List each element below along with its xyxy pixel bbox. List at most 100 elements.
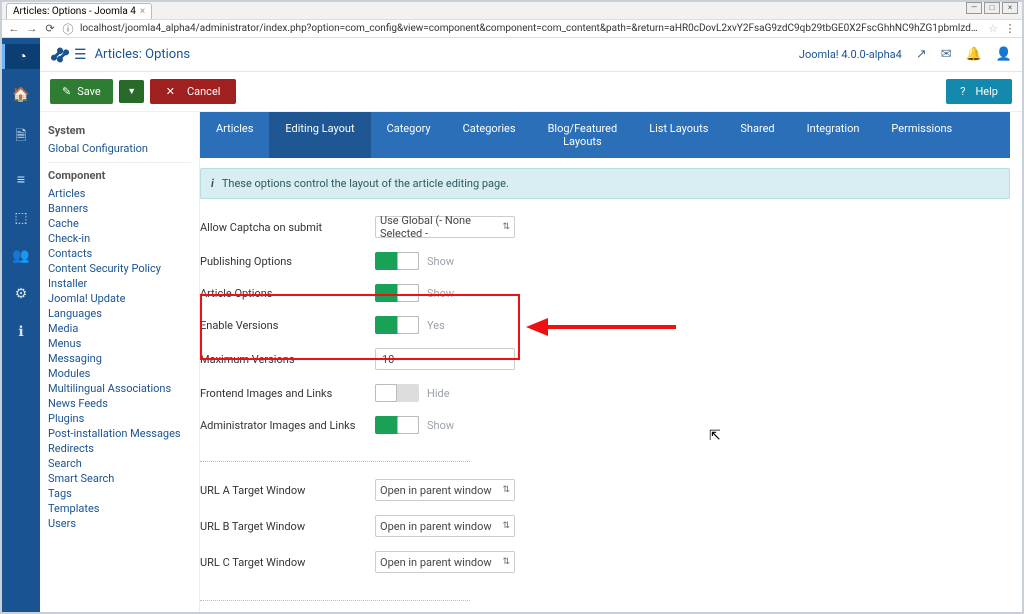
tab[interactable]: Categories [447, 112, 532, 158]
tab[interactable]: Blog/FeaturedLayouts [532, 112, 634, 158]
component-list: ArticlesBannersCacheCheck-inContactsCont… [48, 186, 191, 531]
bell-icon[interactable]: 🔔 [966, 47, 982, 62]
sidebar-item[interactable]: Media [48, 321, 191, 336]
sidebar-item[interactable]: Check-in [48, 231, 191, 246]
sidebar-item[interactable]: Modules [48, 366, 191, 381]
external-link-icon[interactable]: ↗ [916, 47, 927, 62]
url-c-label: URL C Target Window [200, 556, 375, 569]
maximize-button[interactable]: □ [984, 2, 1000, 14]
chevron-down-icon: ⇅ [502, 485, 510, 495]
sidebar-item[interactable]: Articles [48, 186, 191, 201]
url-b-label: URL B Target Window [200, 520, 375, 533]
sidebar-item[interactable]: Tags [48, 486, 191, 501]
info-message: i These options control the layout of th… [200, 168, 1010, 199]
publishing-state: Show [427, 255, 454, 268]
editing-layout-form: Allow Captcha on submit Use Global (- No… [200, 209, 1010, 612]
sidebar-item[interactable]: Banners [48, 201, 191, 216]
save-dropdown-button[interactable]: ▼ [119, 80, 144, 103]
joomla-logo-icon [50, 45, 70, 65]
browser-tab[interactable]: Articles: Options - Joomla 4 × [6, 3, 152, 19]
sidebar-item[interactable]: Plugins [48, 411, 191, 426]
sidebar-item[interactable]: Cache [48, 216, 191, 231]
nav-forward-icon[interactable]: → [26, 22, 38, 35]
question-icon: ? [960, 85, 965, 98]
rail-settings-icon[interactable]: ⚙ [2, 282, 40, 306]
bookmark-icon[interactable]: ☆ [988, 22, 998, 35]
help-button[interactable]: ? Help [946, 79, 1012, 104]
tab[interactable]: Editing Layout [269, 112, 370, 158]
row-url-a: URL A Target Window Open in parent windo… [200, 472, 1010, 508]
sidebar-item[interactable]: Redirects [48, 441, 191, 456]
enable-versions-label: Enable Versions [200, 319, 375, 332]
app-window: — □ × Articles: Options - Joomla 4 × ← →… [0, 0, 1024, 614]
row-url-b: URL B Target Window Open in parent windo… [200, 508, 1010, 544]
url-c-select[interactable]: Open in parent window ⇅ [375, 551, 515, 573]
publishing-toggle[interactable] [375, 252, 419, 270]
sidebar-item[interactable]: Multilingual Associations [48, 381, 191, 396]
sidebar-item[interactable]: Search [48, 456, 191, 471]
rail-menus-icon[interactable]: ≡ [2, 167, 40, 192]
captcha-select[interactable]: Use Global (- None Selected - ⇅ [375, 216, 515, 238]
sidebar-item[interactable]: Messaging [48, 351, 191, 366]
browser-tabbar: Articles: Options - Joomla 4 × [2, 2, 1022, 19]
enable-versions-toggle[interactable] [375, 316, 419, 334]
frontend-images-label: Frontend Images and Links [200, 387, 375, 400]
rail-info-icon[interactable]: ℹ [2, 320, 40, 344]
tab[interactable]: Permissions [875, 112, 968, 158]
close-icon: ✕ [166, 85, 175, 98]
rail-users-icon[interactable]: 👥 [2, 244, 40, 268]
user-icon[interactable]: 👤 [996, 47, 1012, 62]
publishing-label: Publishing Options [200, 255, 375, 268]
tab[interactable]: Category [371, 112, 447, 158]
admin-images-toggle[interactable] [375, 416, 419, 434]
article-options-label: Article Options [200, 287, 375, 300]
frontend-images-toggle[interactable] [375, 384, 419, 402]
save-button[interactable]: ✎ Save [50, 79, 113, 104]
sidebar-item[interactable]: News Feeds [48, 396, 191, 411]
nav-reload-icon[interactable]: ⟳ [44, 22, 56, 35]
tab[interactable]: Articles [200, 112, 269, 158]
menu-toggle-icon[interactable]: ☰ [74, 47, 87, 63]
mail-icon[interactable]: ✉ [941, 47, 952, 62]
sidebar-item[interactable]: Content Security Policy [48, 261, 191, 276]
sidebar-item[interactable]: Smart Search [48, 471, 191, 486]
chevron-down-icon: ⇅ [502, 557, 510, 567]
sidebar-item[interactable]: Contacts [48, 246, 191, 261]
article-options-state: Show [427, 287, 454, 300]
url-a-select[interactable]: Open in parent window ⇅ [375, 479, 515, 501]
url-text[interactable]: localhost/joomla4_alpha4/administrator/i… [80, 23, 982, 34]
frontend-images-state: Hide [427, 387, 450, 400]
sidebar-item[interactable]: Menus [48, 336, 191, 351]
sidebar-item[interactable]: Users [48, 516, 191, 531]
tab[interactable]: List Layouts [633, 112, 724, 158]
sidebar-global-config[interactable]: Global Configuration [48, 141, 191, 156]
minimize-button[interactable]: — [966, 2, 982, 14]
action-toolbar: ✎ Save ▼ ✕ Cancel ? Help [40, 72, 1022, 112]
site-info-icon[interactable]: ⓘ [62, 21, 74, 37]
info-icon: i [211, 177, 214, 190]
captcha-label: Allow Captcha on submit [200, 221, 375, 234]
chevron-down-icon: ⇅ [502, 521, 510, 531]
cancel-button[interactable]: ✕ Cancel [150, 79, 237, 104]
rail-dashboard-icon[interactable]: ◔ [2, 44, 40, 69]
sidebar-item[interactable]: Templates [48, 501, 191, 516]
url-b-select[interactable]: Open in parent window ⇅ [375, 515, 515, 537]
sidebar-item[interactable]: Joomla! Update [48, 291, 191, 306]
sidebar-item[interactable]: Installer [48, 276, 191, 291]
row-frontend-images: Frontend Images and Links Hide [200, 377, 1010, 409]
enable-versions-state: Yes [427, 319, 445, 332]
max-versions-input[interactable] [375, 348, 515, 370]
left-icon-rail: ◔ 🏠 🗎 ≡ ⬚ 👥 ⚙ ℹ [2, 38, 40, 612]
tab[interactable]: Shared [724, 112, 790, 158]
close-tab-icon[interactable]: × [140, 6, 145, 17]
rail-content-icon[interactable]: 🗎 [2, 121, 40, 153]
browser-menu-icon[interactable]: ⋮ [1004, 22, 1016, 35]
sidebar-item[interactable]: Post-installation Messages [48, 426, 191, 441]
close-window-button[interactable]: × [1002, 2, 1018, 14]
rail-home-icon[interactable]: 🏠 [2, 83, 40, 107]
article-options-toggle[interactable] [375, 284, 419, 302]
nav-back-icon[interactable]: ← [8, 22, 20, 35]
tab[interactable]: Integration [791, 112, 876, 158]
rail-components-icon[interactable]: ⬚ [2, 206, 40, 230]
sidebar-item[interactable]: Languages [48, 306, 191, 321]
